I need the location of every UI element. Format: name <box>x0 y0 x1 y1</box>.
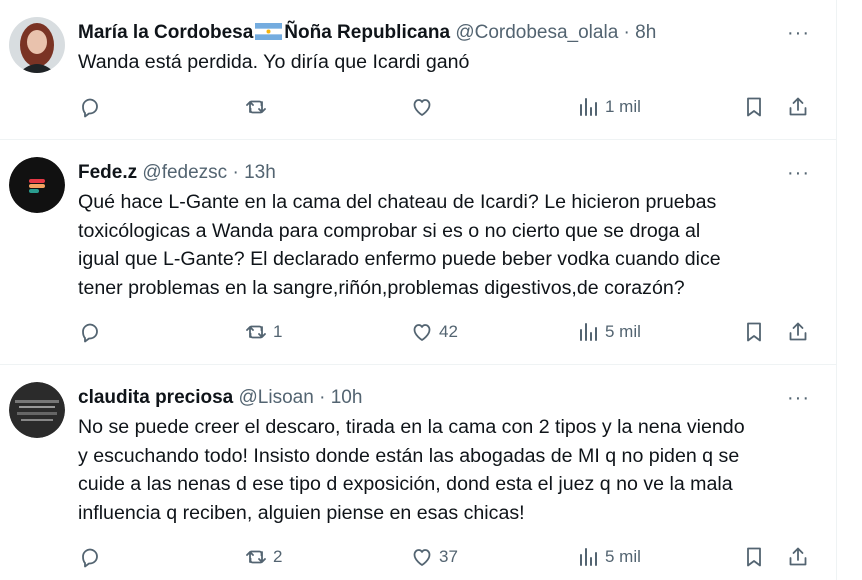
retweet-button[interactable]: 1 <box>244 320 282 344</box>
user-name-suffix[interactable]: Ñoña Republicana <box>284 22 450 43</box>
share-icon <box>789 547 807 566</box>
share-icon <box>789 97 807 116</box>
reply-button[interactable] <box>78 95 102 119</box>
like-icon <box>413 549 431 566</box>
timestamp[interactable]: 13h <box>244 162 276 183</box>
views-count: 5 mil <box>605 322 641 341</box>
retweet-button[interactable] <box>244 95 273 119</box>
views-button[interactable]: 5 mil <box>576 320 641 344</box>
timestamp[interactable]: 8h <box>635 22 656 43</box>
tweet-text: Qué hace L-Gante en la cama del chateau … <box>78 188 818 302</box>
share-button[interactable] <box>786 545 810 569</box>
bookmark-button[interactable] <box>742 545 766 569</box>
user-handle[interactable]: @Cordobesa_olala <box>455 22 618 43</box>
more-options-button[interactable]: ··· <box>787 163 811 183</box>
reply-icon <box>82 323 98 343</box>
avatar[interactable] <box>9 157 65 213</box>
reply-icon <box>82 548 98 568</box>
like-icon <box>413 324 431 341</box>
like-count: 37 <box>439 547 458 566</box>
user-name[interactable]: Fede.z <box>78 162 137 183</box>
avatar[interactable] <box>9 17 65 73</box>
tweet-text-line: igual que L-Gante? El declarado enfermo … <box>78 248 721 271</box>
tweet-actions: 1 42 5 mil <box>78 320 818 348</box>
share-button[interactable] <box>786 320 810 344</box>
like-count: 42 <box>439 322 458 341</box>
views-count: 1 mil <box>605 97 641 116</box>
views-button[interactable]: 1 mil <box>576 95 641 119</box>
reply-icon <box>82 98 98 118</box>
user-handle[interactable]: @Lisoan <box>239 387 314 408</box>
avatar[interactable] <box>9 382 65 438</box>
retweet-button[interactable]: 2 <box>244 545 282 569</box>
tweet-text-line: Qué hace L-Gante en la cama del chateau … <box>78 191 717 213</box>
views-icon <box>580 98 597 116</box>
separator-dot: · <box>319 387 326 408</box>
tweet-text-line: No se puede creer el descaro, tirada en … <box>78 416 745 438</box>
like-button[interactable] <box>410 95 439 119</box>
tweet-actions: 1 mil <box>78 95 818 123</box>
retweet-icon <box>246 550 266 564</box>
reply-button[interactable] <box>78 320 102 344</box>
retweet-count: 1 <box>273 322 283 341</box>
bookmark-button[interactable] <box>742 95 766 119</box>
bookmark-button[interactable] <box>742 320 766 344</box>
tweet-text-line: y escuchando todo! Insisto donde están l… <box>78 444 740 467</box>
tweet[interactable]: Fede.z @fedezsc · 13h ··· Qué hace L-Gan… <box>0 140 836 365</box>
like-button[interactable]: 37 <box>410 545 458 569</box>
bookmark-icon <box>747 547 761 567</box>
tweet-header: claudita preciosa @Lisoan · 10h <box>78 386 362 410</box>
tweet-text-line: tener problemas en la sangre,riñón,probl… <box>78 276 685 299</box>
user-handle[interactable]: @fedezsc <box>142 162 227 183</box>
more-options-button[interactable]: ··· <box>787 23 811 43</box>
user-name[interactable]: claudita preciosa <box>78 387 233 408</box>
tweet-header: Fede.z @fedezsc · 13h <box>78 161 276 185</box>
retweet-count: 2 <box>273 547 283 566</box>
retweet-icon <box>246 325 266 339</box>
timestamp[interactable]: 10h <box>331 387 363 408</box>
share-button[interactable] <box>786 95 810 119</box>
tweet-text: Wanda está perdida. Yo diría que Icardi … <box>78 51 470 73</box>
reply-button[interactable] <box>78 545 102 569</box>
views-count: 5 mil <box>605 547 641 566</box>
like-button[interactable]: 42 <box>410 320 458 344</box>
like-icon <box>413 99 431 116</box>
views-icon <box>580 548 597 566</box>
tweet[interactable]: claudita preciosa @Lisoan · 10h ··· No s… <box>0 365 836 580</box>
more-options-button[interactable]: ··· <box>787 388 811 408</box>
tweet-text-line: toxicólogicas a Wanda para comprobar si … <box>78 219 701 242</box>
argentina-flag-icon <box>255 23 283 40</box>
retweet-icon <box>246 100 266 114</box>
tweet-text-line: influencia q reciben, alguien piense en … <box>78 501 525 524</box>
bookmark-icon <box>747 322 761 342</box>
separator-dot: · <box>623 22 630 43</box>
views-button[interactable]: 5 mil <box>576 545 641 569</box>
tweet-text-line: cuide a las nenas d ese tipo d exposició… <box>78 473 733 496</box>
tweet-actions: 2 37 5 mil <box>78 545 818 573</box>
tweet[interactable]: María la Cordobesa Ñoña Republicana @Cord… <box>0 0 836 140</box>
tweet-feed: María la Cordobesa Ñoña Republicana @Cord… <box>0 0 837 580</box>
tweet-text: No se puede creer el descaro, tirada en … <box>78 413 818 527</box>
tweet-header: María la Cordobesa Ñoña Republicana @Cord… <box>78 21 656 45</box>
bookmark-icon <box>747 97 761 117</box>
separator-dot: · <box>232 162 239 183</box>
views-icon <box>580 323 597 341</box>
share-icon <box>789 322 807 341</box>
user-name[interactable]: María la Cordobesa <box>78 22 253 43</box>
